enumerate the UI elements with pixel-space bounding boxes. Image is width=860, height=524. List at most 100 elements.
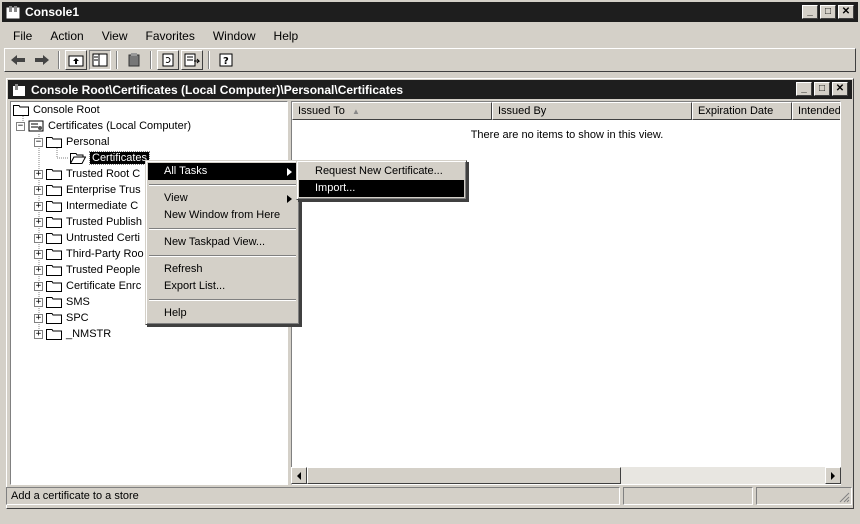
tree-item-personal[interactable]: − Personal	[34, 134, 109, 150]
expand-toggle[interactable]: +	[34, 185, 43, 195]
child-minimize-button[interactable]: _	[796, 82, 812, 96]
menu-item-label: All Tasks	[164, 165, 208, 177]
export-list-button[interactable]	[181, 50, 203, 70]
show-hide-tree-button[interactable]	[89, 50, 111, 70]
menu-item-export-list[interactable]: Export List...	[148, 278, 297, 295]
tree-item-store[interactable]: + Intermediate C	[34, 198, 138, 214]
menu-separator	[149, 184, 296, 186]
open-folder-icon	[70, 153, 86, 164]
column-header-intended[interactable]: Intended	[792, 102, 840, 120]
column-header-expiration-date[interactable]: Expiration Date	[692, 102, 792, 120]
folder-icon	[46, 201, 62, 212]
expand-toggle[interactable]: +	[34, 217, 43, 227]
expand-toggle[interactable]: +	[34, 281, 43, 291]
details-pane[interactable]: Issued To ▲ Issued By Expiration Date In…	[291, 101, 841, 485]
delete-button[interactable]	[123, 50, 145, 70]
child-title-bar[interactable]: Console Root\Certificates (Local Compute…	[8, 80, 852, 99]
app-title-bar[interactable]: Console1 _ □ ✕	[2, 2, 858, 22]
collapse-toggle[interactable]: −	[16, 121, 25, 131]
horizontal-scrollbar[interactable]	[291, 467, 841, 484]
tree-item-certificates[interactable]: Certificates	[70, 150, 151, 166]
menu-item-help[interactable]: Help	[148, 305, 297, 322]
app-caption-buttons: _ □ ✕	[802, 5, 854, 19]
folder-icon	[46, 217, 62, 228]
minimize-button[interactable]: _	[802, 5, 818, 19]
scroll-thumb[interactable]	[307, 467, 621, 484]
tree-item-store[interactable]: + Enterprise Trus	[34, 182, 141, 198]
tree-item-store[interactable]: + _NMSTR	[34, 326, 111, 342]
folder-icon	[13, 105, 29, 116]
tree-item-store[interactable]: + Certificate Enrc	[34, 278, 141, 294]
column-header-issued-by[interactable]: Issued By	[492, 102, 692, 120]
tree-item-store[interactable]: + Trusted People	[34, 262, 140, 278]
expand-toggle[interactable]: +	[34, 249, 43, 259]
expand-toggle[interactable]: +	[34, 329, 43, 339]
menu-item-refresh[interactable]: Refresh	[148, 261, 297, 278]
collapse-toggle[interactable]: −	[34, 137, 43, 147]
column-label: Expiration Date	[698, 105, 774, 117]
menu-item-view[interactable]: View	[148, 190, 297, 207]
submenu-arrow-icon	[287, 168, 292, 176]
tree-item-console-root[interactable]: Console Root	[13, 102, 100, 118]
help-button[interactable]: ?	[215, 50, 237, 70]
menu-item-label: Refresh	[164, 263, 203, 275]
column-label: Issued To	[298, 105, 345, 117]
child-title: Console Root\Certificates (Local Compute…	[31, 82, 404, 97]
child-caption-buttons: _ □ ✕	[796, 82, 848, 96]
tree-item-label: Third-Party Roo	[66, 248, 144, 260]
tree-item-store[interactable]: + Third-Party Roo	[34, 246, 144, 262]
tree-item-certificates-local[interactable]: − Certificates (Local Computer)	[16, 118, 191, 134]
up-one-level-button[interactable]	[65, 50, 87, 70]
tree-item-label: Enterprise Trus	[66, 184, 141, 196]
tree-item-store[interactable]: + SMS	[34, 294, 90, 310]
menu-help[interactable]: Help	[265, 29, 308, 43]
expand-toggle[interactable]: +	[34, 233, 43, 243]
tree-item-label: Console Root	[33, 104, 100, 116]
menu-item-import[interactable]: Import...	[299, 180, 464, 197]
scroll-right-button[interactable]	[825, 467, 841, 484]
tree-item-store[interactable]: + Trusted Publish	[34, 214, 142, 230]
size-grip-icon[interactable]	[838, 491, 850, 503]
refresh-button[interactable]	[157, 50, 179, 70]
tree-item-label: _NMSTR	[66, 328, 112, 340]
menu-view[interactable]: View	[93, 29, 137, 43]
menu-separator	[149, 299, 296, 301]
child-close-button[interactable]: ✕	[832, 82, 848, 96]
menu-file[interactable]: File	[4, 29, 41, 43]
svg-text:?: ?	[223, 56, 229, 67]
menu-item-new-taskpad[interactable]: New Taskpad View...	[148, 234, 297, 251]
expand-toggle[interactable]: +	[34, 201, 43, 211]
tree-item-label: Certificates (Local Computer)	[48, 120, 192, 132]
menu-window[interactable]: Window	[204, 29, 265, 43]
menu-item-request-new-certificate[interactable]: Request New Certificate...	[299, 163, 464, 180]
expand-toggle[interactable]: +	[34, 313, 43, 323]
scroll-left-button[interactable]	[291, 467, 307, 484]
back-button[interactable]	[7, 50, 29, 70]
expand-toggle[interactable]: +	[34, 297, 43, 307]
menu-item-label: Import...	[315, 182, 356, 194]
menu-item-all-tasks[interactable]: All Tasks	[148, 163, 297, 180]
show-hide-tree-icon	[92, 53, 108, 67]
menu-item-new-window[interactable]: New Window from Here	[148, 207, 297, 224]
tree-item-store[interactable]: + SPC	[34, 310, 89, 326]
scroll-right-arrow-icon	[831, 471, 835, 480]
tree-item-label: Personal	[66, 136, 110, 148]
forward-button[interactable]	[31, 50, 53, 70]
maximize-button[interactable]: □	[820, 5, 836, 19]
tree-item-store[interactable]: + Trusted Root C	[34, 166, 140, 182]
tree-item-label: Trusted People	[66, 264, 141, 276]
menu-favorites[interactable]: Favorites	[137, 29, 204, 43]
menu-bar: File Action View Favorites Window Help	[4, 25, 856, 46]
status-text: Add a certificate to a store	[6, 487, 620, 505]
tree-item-store[interactable]: + Untrusted Certi	[34, 230, 140, 246]
expand-toggle[interactable]: +	[34, 169, 43, 179]
menu-action[interactable]: Action	[41, 29, 92, 43]
column-label: Issued By	[498, 105, 547, 117]
tree-item-label-selected: Certificates	[88, 151, 151, 165]
child-maximize-button[interactable]: □	[814, 82, 830, 96]
column-header-issued-to[interactable]: Issued To ▲	[292, 102, 492, 120]
console-root-icon	[13, 83, 25, 96]
menu-item-label: Export List...	[164, 280, 226, 292]
expand-toggle[interactable]: +	[34, 265, 43, 275]
close-button[interactable]: ✕	[838, 5, 854, 19]
